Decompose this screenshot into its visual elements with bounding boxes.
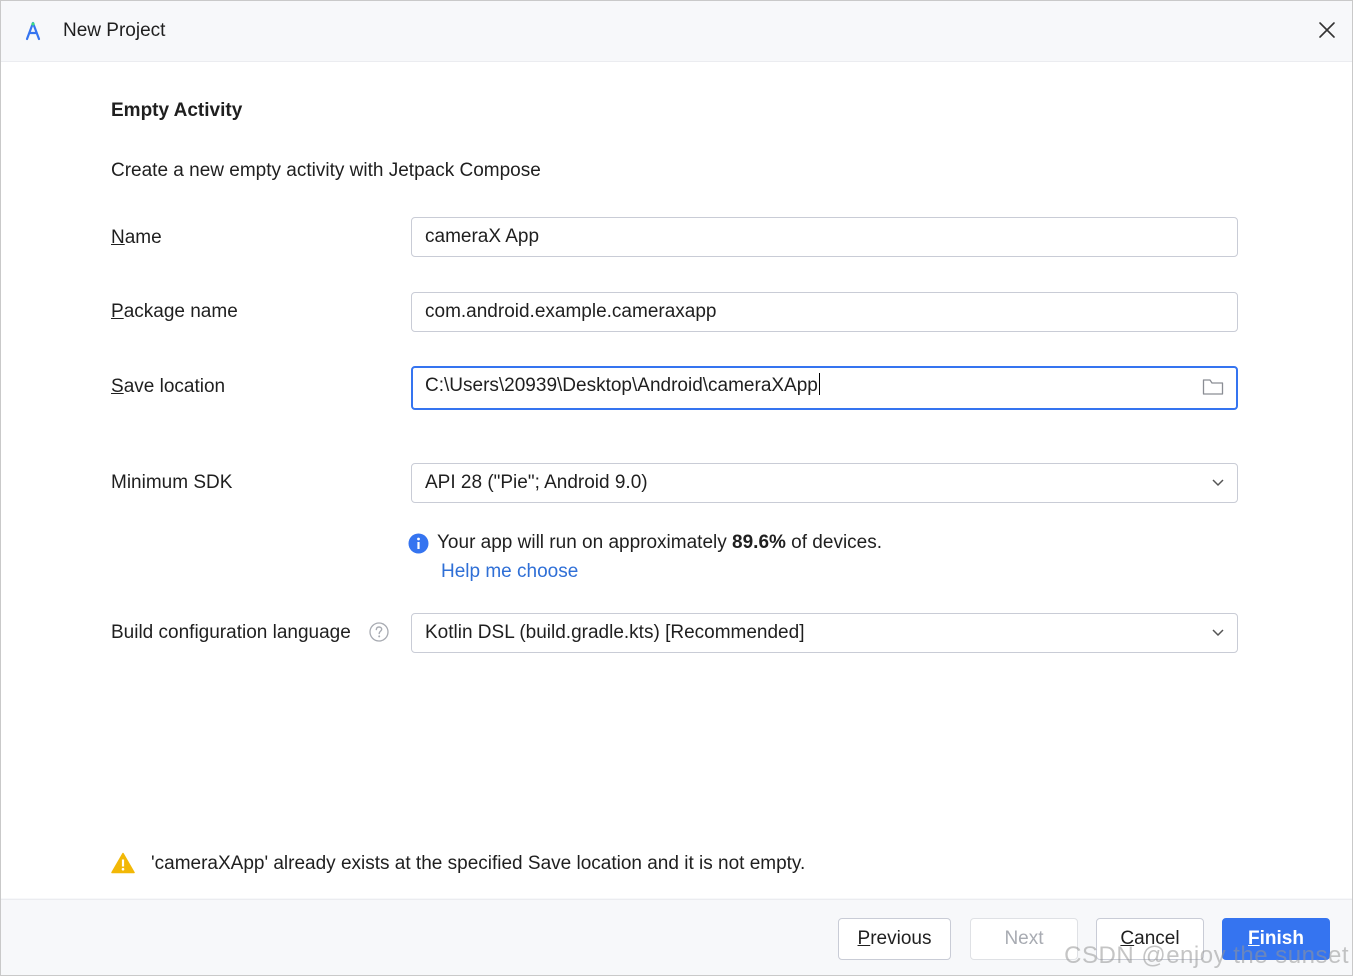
warning-icon	[111, 852, 135, 874]
name-label-rest: ame	[124, 227, 162, 248]
android-studio-icon	[25, 21, 41, 41]
save-location-field[interactable]: C:\Users\20939\Desktop\Android\cameraXAp…	[411, 366, 1238, 410]
save-location-label-rest: ave location	[123, 376, 226, 397]
build-language-label: Build configuration language	[111, 622, 351, 643]
text-cursor	[818, 373, 820, 395]
info-icon	[408, 533, 429, 554]
device-coverage-info: Your app will run on approximately 89.6%…	[437, 532, 882, 554]
name-field[interactable]: cameraX App	[411, 217, 1238, 257]
name-value: cameraX App	[425, 226, 540, 247]
help-me-choose-link[interactable]: Help me choose	[441, 561, 578, 583]
finish-button[interactable]: Finish	[1222, 918, 1330, 960]
info-suffix: of devices.	[785, 532, 883, 553]
close-button[interactable]	[1314, 17, 1340, 43]
build-language-dropdown[interactable]: Kotlin DSL (build.gradle.kts) [Recommend…	[411, 613, 1238, 653]
previous-label: revious	[870, 928, 932, 949]
close-icon	[1319, 22, 1335, 38]
min-sdk-label: Minimum SDK	[111, 472, 233, 493]
previous-mnemonic: P	[857, 928, 871, 949]
previous-button[interactable]: Previous	[838, 918, 951, 960]
package-name-field[interactable]: com.android.example.cameraxapp	[411, 292, 1238, 332]
save-location-label-mnemonic: S	[111, 376, 124, 397]
name-label: Name	[111, 227, 162, 249]
min-sdk-dropdown[interactable]: API 28 ("Pie"; Android 9.0)	[411, 463, 1238, 503]
build-language-value: Kotlin DSL (build.gradle.kts) [Recommend…	[425, 622, 805, 643]
window-title: New Project	[63, 20, 166, 41]
cancel-label: ancel	[1134, 928, 1180, 949]
page-heading: Empty Activity	[111, 100, 243, 121]
chevron-down-icon	[1212, 479, 1224, 487]
question-icon[interactable]	[369, 622, 389, 642]
package-label-mnemonic: P	[111, 301, 124, 322]
package-label-rest: ackage name	[123, 301, 238, 322]
save-location-value: C:\Users\20939\Desktop\Android\cameraXAp…	[425, 375, 818, 396]
coverage-percent: 89.6%	[732, 532, 786, 553]
button-bar: Previous Next Cancel Finish	[1, 899, 1352, 975]
next-button[interactable]: Next	[970, 918, 1078, 960]
folder-icon[interactable]	[1202, 377, 1224, 397]
finish-mnemonic: F	[1248, 928, 1260, 949]
form-panel: Empty Activity Create a new empty activi…	[1, 62, 1352, 898]
cancel-button[interactable]: Cancel	[1096, 918, 1204, 960]
name-label-mnemonic: N	[111, 227, 125, 248]
new-project-dialog: New Project Empty Activity Create a new …	[0, 0, 1353, 976]
warning-message: 'cameraXApp' already exists at the speci…	[151, 853, 806, 874]
title-bar: New Project	[1, 1, 1352, 62]
chevron-down-icon	[1212, 629, 1224, 637]
page-description: Create a new empty activity with Jetpack…	[111, 160, 541, 181]
package-label: Package name	[111, 301, 238, 323]
save-location-label: Save location	[111, 376, 225, 398]
finish-label: inish	[1259, 928, 1304, 949]
package-value: com.android.example.cameraxapp	[425, 301, 717, 322]
info-prefix: Your app will run on approximately	[437, 532, 733, 553]
min-sdk-value: API 28 ("Pie"; Android 9.0)	[425, 472, 648, 493]
cancel-mnemonic: C	[1120, 928, 1135, 949]
